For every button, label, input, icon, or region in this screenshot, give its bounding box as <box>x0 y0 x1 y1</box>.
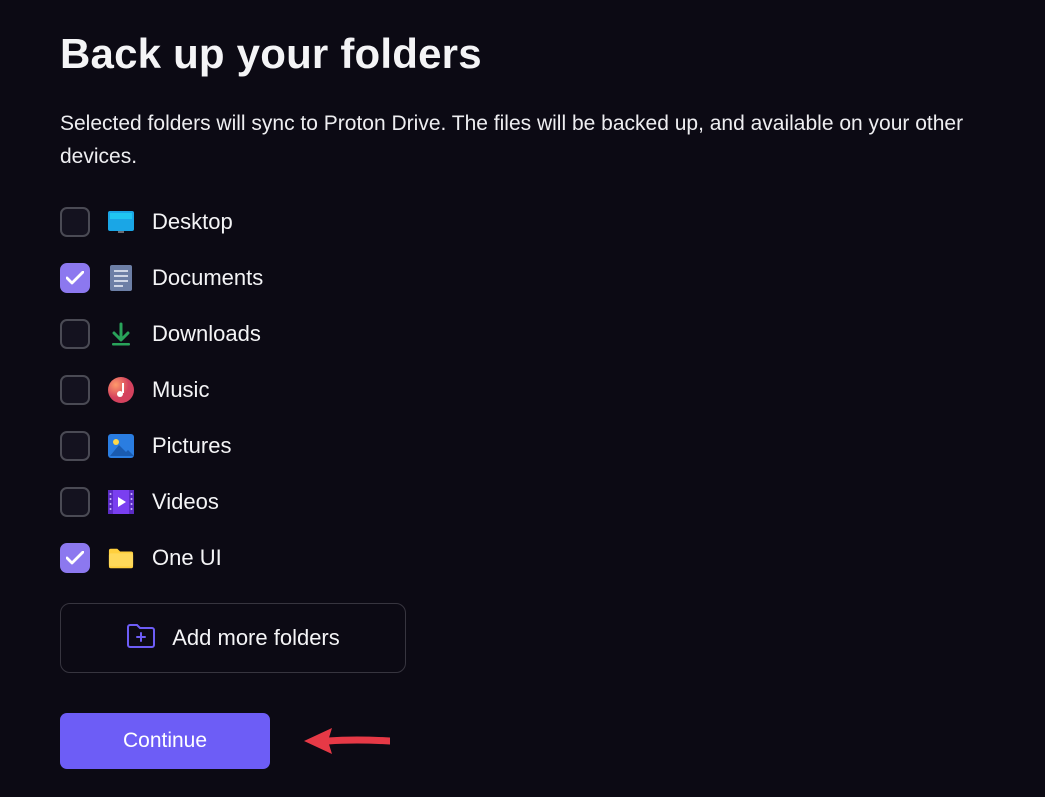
downloads-icon <box>108 321 134 347</box>
checkbox-pictures[interactable] <box>60 431 90 461</box>
continue-button[interactable]: Continue <box>60 713 270 769</box>
folder-row-downloads[interactable]: Downloads <box>60 319 985 349</box>
add-more-label: Add more folders <box>172 625 340 651</box>
folder-label: One UI <box>152 545 222 571</box>
folder-row-pictures[interactable]: Pictures <box>60 431 985 461</box>
checkbox-one-ui[interactable] <box>60 543 90 573</box>
desktop-icon <box>108 209 134 235</box>
folder-label: Music <box>152 377 209 403</box>
folder-row-music[interactable]: Music <box>60 375 985 405</box>
pictures-icon <box>108 433 134 459</box>
folder-row-desktop[interactable]: Desktop <box>60 207 985 237</box>
checkbox-downloads[interactable] <box>60 319 90 349</box>
add-more-folders-button[interactable]: Add more folders <box>60 603 406 673</box>
folder-label: Documents <box>152 265 263 291</box>
folder-label: Desktop <box>152 209 233 235</box>
folder-list: Desktop Documents Downloads Music <box>60 207 985 573</box>
folder-label: Downloads <box>152 321 261 347</box>
folder-icon <box>108 545 134 571</box>
checkbox-documents[interactable] <box>60 263 90 293</box>
videos-icon <box>108 489 134 515</box>
folder-plus-icon <box>126 623 156 654</box>
checkbox-desktop[interactable] <box>60 207 90 237</box>
checkbox-music[interactable] <box>60 375 90 405</box>
checkbox-videos[interactable] <box>60 487 90 517</box>
page-title: Back up your folders <box>60 30 985 78</box>
folder-row-one-ui[interactable]: One UI <box>60 543 985 573</box>
continue-label: Continue <box>123 729 207 753</box>
folder-label: Pictures <box>152 433 231 459</box>
folder-row-videos[interactable]: Videos <box>60 487 985 517</box>
folder-row-documents[interactable]: Documents <box>60 263 985 293</box>
music-icon <box>108 377 134 403</box>
page-subtitle: Selected folders will sync to Proton Dri… <box>60 108 985 173</box>
documents-icon <box>108 265 134 291</box>
folder-label: Videos <box>152 489 219 515</box>
annotation-arrow-icon <box>300 721 390 761</box>
